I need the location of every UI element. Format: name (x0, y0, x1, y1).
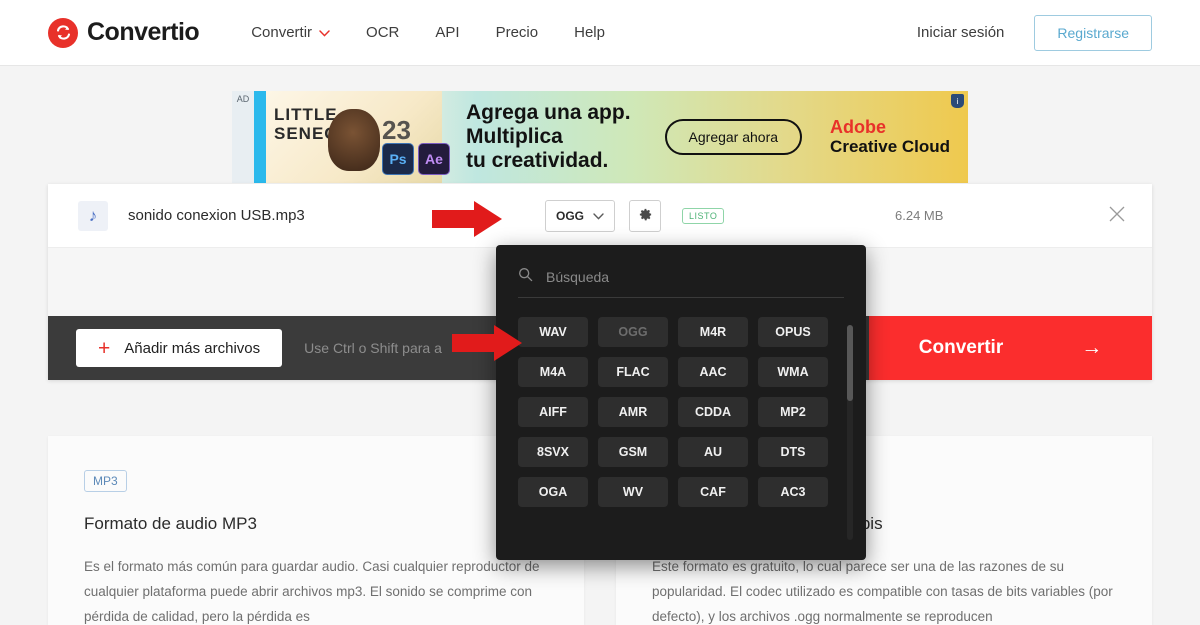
file-row: ♪ sonido conexion USB.mp3 OGG LISTO 6.24… (48, 184, 1152, 248)
chevron-down-icon (319, 24, 330, 41)
settings-gear-button[interactable] (629, 199, 661, 232)
nav-label: Convertir (251, 24, 313, 41)
format-option-dts[interactable]: DTS (758, 437, 828, 467)
format-option-ogg: OGG (598, 317, 668, 347)
arrow-right-icon: → (1081, 336, 1103, 359)
logo[interactable]: Convertio (48, 17, 200, 48)
login-link[interactable]: Iniciar sesión (917, 24, 1005, 41)
scrollbar-thumb[interactable] (847, 325, 853, 401)
arrow-tail (452, 334, 496, 352)
arrow-to-format-button (432, 201, 504, 237)
nav-label: OCR (366, 24, 400, 41)
nav-label: Precio (495, 24, 539, 41)
format-option-wma[interactable]: WMA (758, 357, 828, 387)
format-option-cdda[interactable]: CDDA (678, 397, 748, 427)
target-format-label: OGG (555, 208, 584, 223)
format-tag: MP3 (84, 470, 127, 492)
dropdown-scrollbar[interactable] (847, 325, 853, 540)
ad-headline-line2: Multiplica (466, 125, 563, 148)
file-name: sonido conexion USB.mp3 (128, 207, 305, 224)
format-option-wv[interactable]: WV (598, 477, 668, 507)
ad-portrait-icon (328, 109, 380, 171)
ad-accent-bar (254, 91, 266, 183)
format-search-input[interactable] (546, 268, 844, 285)
signup-button[interactable]: Registrarse (1034, 14, 1152, 51)
music-note-icon: ♪ (78, 200, 108, 231)
format-option-caf[interactable]: CAF (678, 477, 748, 507)
chevron-down-icon (593, 209, 604, 223)
ad-cta-button[interactable]: Agregar ahora (664, 119, 803, 155)
ad-content[interactable]: LITTLE SENEGAL 23 Ps Ae Agrega una app. … (266, 91, 968, 183)
format-option-flac[interactable]: FLAC (598, 357, 668, 387)
gear-icon (638, 207, 653, 225)
multi-select-hint: Use Ctrl o Shift para a (304, 340, 442, 356)
ad-label: AD (232, 91, 254, 183)
format-option-wav[interactable]: WAV (518, 317, 588, 347)
format-option-mp2[interactable]: MP2 (758, 397, 828, 427)
format-dropdown-panel: WAV OGG M4R OPUS M4A FLAC AAC WMA AIFF AMR CDDA MP2… (496, 245, 866, 560)
format-option-oga[interactable]: OGA (518, 477, 588, 507)
ad-brand: Adobe Creative Cloud (830, 117, 951, 157)
convert-button[interactable]: Convertir → (869, 316, 1152, 380)
format-option-m4a[interactable]: M4A (518, 357, 588, 387)
format-option-aac[interactable]: AAC (678, 357, 748, 387)
add-more-files-button[interactable]: + Añadir más archivos (76, 329, 283, 367)
close-icon[interactable] (1108, 205, 1126, 227)
ad-headline-line3: tu creatividad. (466, 149, 609, 172)
convertio-logo-icon (48, 17, 78, 48)
info-card-body: Es el formato más común para guardar aud… (84, 559, 540, 624)
ad-poster-year: 23 (382, 115, 411, 145)
convert-label: Convertir (918, 337, 1004, 358)
main-nav: Convertir OCR API Precio Help (251, 24, 641, 41)
status-badge: LISTO (682, 207, 725, 224)
format-option-aiff[interactable]: AIFF (518, 397, 588, 427)
format-option-au[interactable]: AU (678, 437, 748, 467)
format-option-ac3[interactable]: AC3 (758, 477, 828, 507)
search-icon (518, 267, 533, 286)
nav-item-ocr[interactable]: OCR (366, 24, 399, 41)
arrow-head (474, 201, 502, 237)
page-root: Convertio Convertir OCR API Precio Help (0, 0, 1200, 625)
format-grid: WAV OGG M4R OPUS M4A FLAC AAC WMA AIFF AMR CDDA MP2… (518, 317, 828, 507)
plus-icon: + (98, 336, 111, 360)
nav-item-convertir[interactable]: Convertir (251, 24, 330, 41)
brand-name: Convertio (87, 18, 200, 46)
arrow-tail (432, 210, 476, 228)
nav-item-precio[interactable]: Precio (496, 24, 539, 41)
format-option-amr[interactable]: AMR (598, 397, 668, 427)
ad-banner[interactable]: AD LITTLE SENEGAL 23 Ps Ae Agrega una ap… (232, 91, 968, 183)
format-option-opus[interactable]: OPUS (758, 317, 828, 347)
ad-headline-line1: Agrega una app. (466, 101, 631, 124)
info-card-title: Formato de audio MP3 (84, 514, 257, 533)
format-option-m4r[interactable]: M4R (678, 317, 748, 347)
ad-brand-adobe: Adobe (830, 117, 887, 137)
ad-brand-creative-cloud: Creative Cloud (830, 137, 951, 156)
ad-poster-image: LITTLE SENEGAL 23 Ps Ae (266, 91, 450, 183)
nav-item-api[interactable]: API (435, 24, 459, 41)
format-search-row (518, 267, 844, 298)
nav-label: Help (574, 24, 605, 41)
arrow-head (494, 325, 522, 361)
nav-item-help[interactable]: Help (574, 24, 605, 41)
arrow-to-wav-option (452, 325, 524, 361)
file-size: 6.24 MB (895, 208, 944, 223)
header-account-area: Iniciar sesión Registrarse (917, 14, 1152, 51)
photoshop-icon: Ps (382, 143, 414, 175)
target-format-dropdown-button[interactable]: OGG (545, 199, 615, 232)
aftereffects-icon: Ae (418, 143, 450, 175)
add-more-files-label: Añadir más archivos (124, 339, 261, 357)
format-option-gsm[interactable]: GSM (598, 437, 668, 467)
nav-label: API (435, 24, 460, 41)
ad-info-icon[interactable]: i (951, 94, 964, 108)
info-card-body: Este formato es gratuito, lo cual parece… (652, 559, 1113, 624)
ad-headline: Agrega una app. Multiplica tu creativida… (466, 101, 631, 173)
format-option-8svx[interactable]: 8SVX (518, 437, 588, 467)
site-header: Convertio Convertir OCR API Precio Help (0, 0, 1200, 66)
